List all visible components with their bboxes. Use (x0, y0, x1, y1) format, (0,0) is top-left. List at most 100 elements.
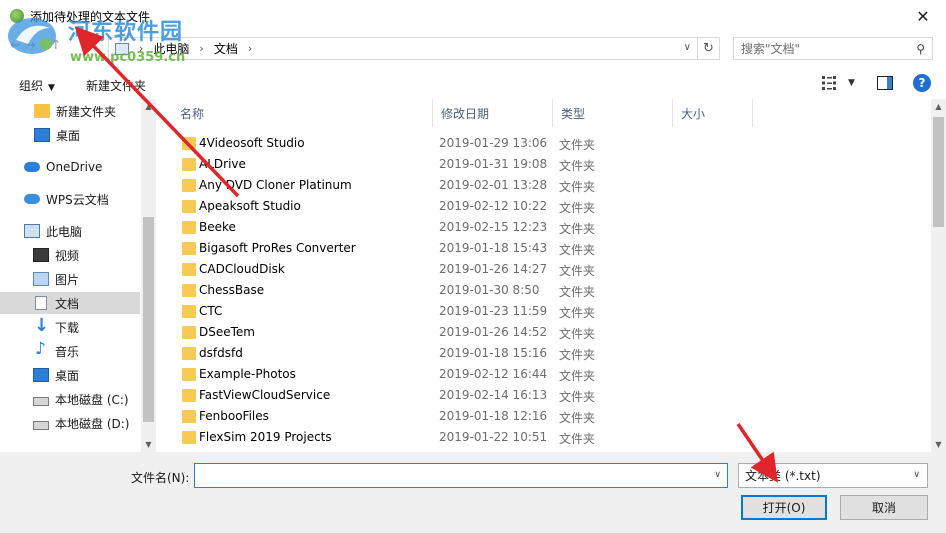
table-row[interactable]: CTC 2019-01-23 11:59 文件夹 (172, 301, 912, 322)
folder-icon (182, 179, 196, 192)
folder-icon (182, 431, 196, 444)
nav-item-documents[interactable]: 文档 (0, 292, 140, 314)
nav-item-videos[interactable]: 视频 (0, 244, 140, 266)
column-header-label: 类型 (561, 106, 586, 121)
column-header-name[interactable]: 名称 (172, 99, 433, 127)
table-row[interactable]: DSeeTem 2019-01-26 14:52 文件夹 (172, 322, 912, 343)
file-date: 2019-02-01 13:28 (439, 178, 548, 192)
nav-item-new-folder[interactable]: 新建文件夹 (0, 100, 140, 122)
table-row[interactable]: ALDrive 2019-01-31 19:08 文件夹 (172, 154, 912, 175)
file-list-scrollbar-thumb[interactable] (933, 117, 944, 227)
table-row[interactable]: ChessBase 2019-01-30 8:50 文件夹 (172, 280, 912, 301)
nav-item-label: OneDrive (46, 160, 103, 174)
preview-pane-icon[interactable] (877, 76, 893, 90)
table-row[interactable]: CADCloudDisk 2019-01-26 14:27 文件夹 (172, 259, 912, 280)
organize-label: 组织 (19, 79, 44, 93)
table-row[interactable]: dsfdsfd 2019-01-18 15:16 文件夹 (172, 343, 912, 364)
file-date: 2019-01-31 19:08 (439, 157, 548, 171)
nav-item-disk-d[interactable]: 本地磁盘 (D:) (0, 412, 140, 434)
nav-scrollbar-thumb[interactable] (143, 217, 154, 422)
file-list-scrollbar[interactable]: ▲ ▼ (931, 99, 946, 452)
table-row[interactable]: FenbooFiles 2019-01-18 12:16 文件夹 (172, 406, 912, 427)
table-row[interactable]: Any DVD Cloner Platinum 2019-02-01 13:28 文… (172, 175, 912, 196)
help-icon[interactable]: ? (913, 74, 931, 92)
table-row[interactable]: Bigasoft ProRes Converter 2019-01-18 15:4… (172, 238, 912, 259)
up-arrow-icon[interactable]: ↑ (50, 38, 61, 60)
close-button[interactable]: ✕ (900, 0, 946, 33)
nav-item-music[interactable]: 音乐 (0, 339, 140, 362)
nav-item-disk-c[interactable]: 本地磁盘 (C:) (0, 388, 140, 410)
file-name: Example-Photos (199, 367, 296, 381)
chevron-down-icon[interactable]: ∨ (40, 41, 47, 60)
file-name: CADCloudDisk (199, 262, 285, 276)
table-row[interactable]: Beeke 2019-02-15 12:23 文件夹 (172, 217, 912, 238)
table-row[interactable]: Apeaksoft Studio 2019-02-12 10:22 文件夹 (172, 196, 912, 217)
nav-item-this-pc[interactable]: 此电脑 (0, 220, 140, 242)
file-name: dsfdsfd (199, 346, 243, 360)
video-icon (33, 248, 49, 262)
download-icon (33, 315, 49, 336)
disk-icon (33, 396, 49, 406)
address-bar[interactable]: › 此电脑 › 文档 › ∨ (108, 37, 698, 60)
folder-icon (182, 410, 196, 423)
file-type: 文件夹 (559, 348, 596, 362)
navigation-pane: 新建文件夹 桌面 OneDrive WPS云文档 此电脑 视频 图片 文档 下载… (0, 99, 156, 452)
table-row[interactable]: Example-Photos 2019-02-12 16:44 文件夹 (172, 364, 912, 385)
nav-item-desktop[interactable]: 桌面 (0, 124, 140, 146)
column-header-type[interactable]: 类型 (553, 99, 673, 127)
folder-icon (182, 368, 196, 381)
scroll-up-icon[interactable]: ▲ (931, 102, 946, 111)
nav-scrollbar[interactable]: ▲ ▼ (141, 99, 156, 452)
chevron-down-icon[interactable]: ∨ (684, 42, 691, 53)
search-placeholder: 搜索"文档" (741, 42, 801, 56)
open-button[interactable]: 打开(O) (741, 495, 827, 520)
view-options-icon[interactable] (822, 76, 840, 90)
desktop-icon (33, 368, 49, 382)
nav-item-label: 视频 (55, 248, 80, 263)
table-row[interactable]: FlexSim 2019 Projects 2019-01-22 10:51 文件夹 (172, 427, 912, 448)
file-date: 2019-01-18 15:43 (439, 241, 548, 255)
breadcrumb-separator: › (199, 42, 204, 55)
scroll-down-icon[interactable]: ▼ (141, 440, 156, 449)
scroll-up-icon[interactable]: ▲ (141, 102, 156, 111)
filename-input[interactable]: ∨ (194, 463, 728, 488)
wps-cloud-icon (24, 194, 40, 204)
pc-icon (24, 224, 40, 238)
folder-icon (182, 242, 196, 255)
forward-arrow-icon[interactable]: → (25, 38, 36, 60)
file-type: 文件夹 (559, 159, 596, 173)
app-icon (10, 9, 24, 23)
table-row[interactable]: 4Videosoft Studio 2019-01-29 13:06 文件夹 (172, 133, 912, 154)
column-header-label: 大小 (681, 106, 706, 121)
nav-item-downloads[interactable]: 下载 (0, 315, 140, 338)
nav-item-onedrive[interactable]: OneDrive (0, 156, 140, 178)
file-name: Apeaksoft Studio (199, 199, 301, 213)
file-type: 文件夹 (559, 411, 596, 425)
file-type-select[interactable]: 文本类 (*.txt) ∨ (738, 463, 928, 488)
organize-button[interactable]: 组织 ▼ (19, 77, 55, 94)
refresh-button[interactable]: ↻ (698, 37, 720, 60)
file-type: 文件夹 (559, 180, 596, 194)
nav-item-desktop-2[interactable]: 桌面 (0, 364, 140, 386)
file-date: 2019-02-14 16:13 (439, 388, 548, 402)
nav-item-label: WPS云文档 (46, 192, 109, 207)
file-name: Beeke (199, 220, 236, 234)
document-icon (35, 296, 47, 310)
chevron-down-icon[interactable]: ∨ (714, 470, 721, 480)
file-date: 2019-01-18 12:16 (439, 409, 548, 423)
column-header-date[interactable]: 修改日期 (433, 99, 553, 127)
file-type: 文件夹 (559, 369, 596, 383)
search-input[interactable]: 搜索"文档" ⚲ (733, 37, 933, 60)
breadcrumb-this-pc[interactable]: 此电脑 (153, 40, 189, 57)
scroll-down-icon[interactable]: ▼ (931, 440, 946, 449)
back-arrow-icon[interactable]: ← (10, 38, 21, 60)
caret-down-icon[interactable]: ▼ (848, 78, 855, 88)
cancel-button[interactable]: 取消 (840, 495, 928, 520)
table-row[interactable]: FastViewCloudService 2019-02-14 16:13 文件夹 (172, 385, 912, 406)
breadcrumb-documents[interactable]: 文档 (214, 40, 238, 57)
column-header-size[interactable]: 大小 (673, 99, 753, 127)
new-folder-button[interactable]: 新建文件夹 (86, 77, 146, 94)
nav-item-wps-cloud[interactable]: WPS云文档 (0, 188, 140, 210)
file-type: 文件夹 (559, 201, 596, 215)
nav-item-pictures[interactable]: 图片 (0, 268, 140, 290)
